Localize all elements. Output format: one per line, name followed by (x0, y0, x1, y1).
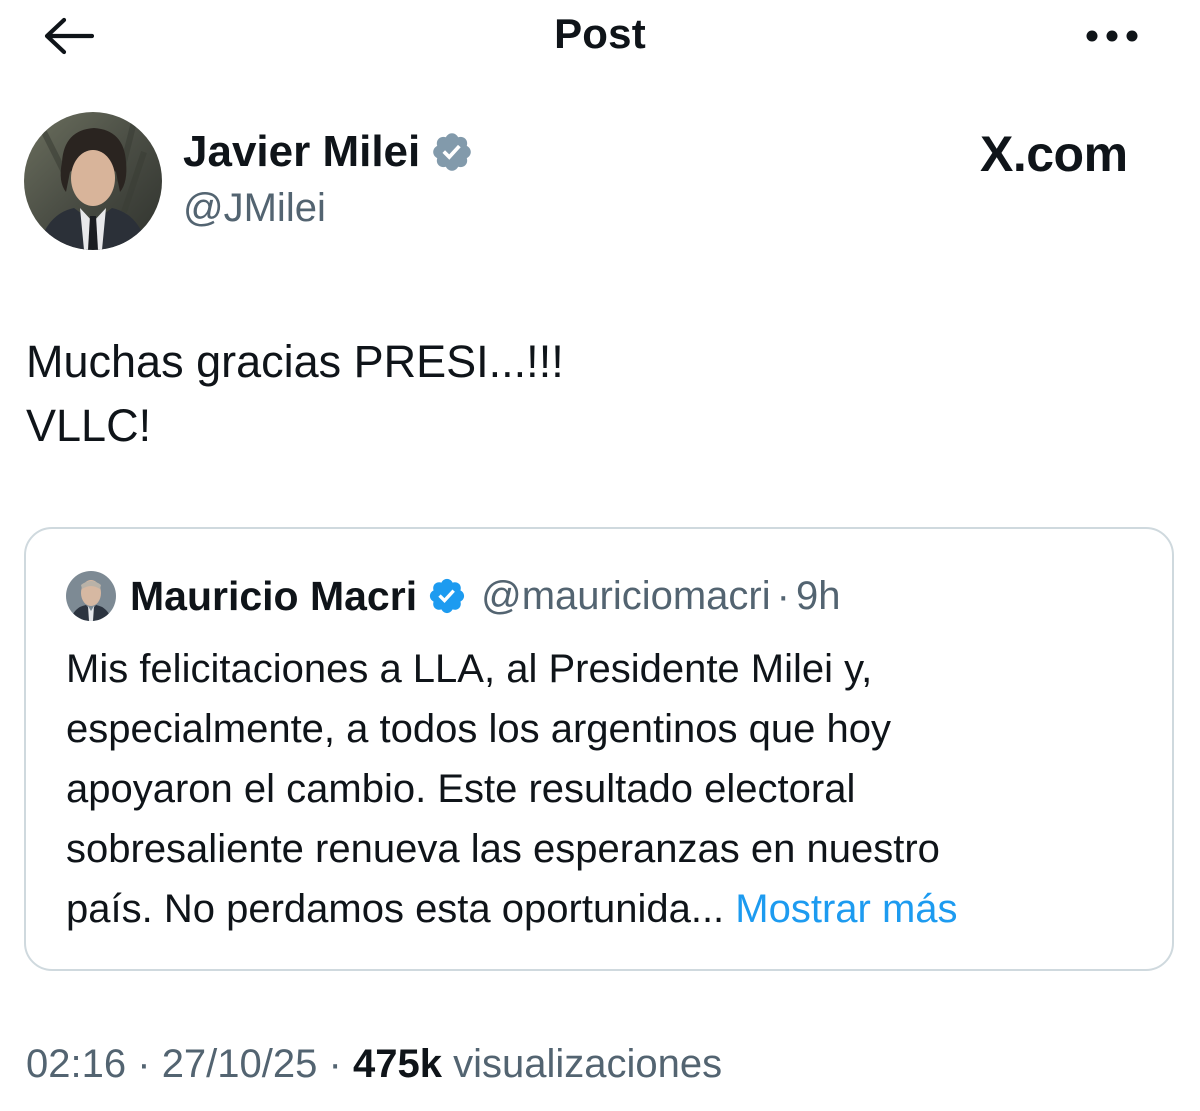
quote-author-handle[interactable]: @mauriciomacri (481, 574, 771, 619)
author-name-row: Javier Milei (183, 124, 474, 180)
verified-badge-gray-icon (433, 133, 472, 171)
more-options-button[interactable] (1080, 14, 1144, 58)
post-time[interactable]: 02:16 (26, 1042, 126, 1086)
show-more-link[interactable]: Mostrar más (735, 887, 957, 931)
post-meta: 02:16 · 27/10/25 · 475k visualizaciones (26, 1042, 722, 1087)
post-date[interactable]: 27/10/25 (162, 1042, 318, 1086)
quote-line: Mis felicitaciones a LLA, al Presidente … (66, 647, 873, 691)
quote-author-photo (66, 571, 116, 621)
author-photo (24, 112, 162, 250)
quote-header: Mauricio Macri @mauriciomacri · 9h (66, 571, 840, 621)
meta-separator: · (328, 1042, 342, 1086)
quote-line: especialmente, a todos los argentinos qu… (66, 707, 891, 751)
views-count[interactable]: 475k (353, 1042, 442, 1086)
quote-timestamp[interactable]: 9h (796, 574, 841, 619)
top-bar: Post (0, 0, 1200, 72)
quote-line: país. No perdamos esta oportunida... Mos… (66, 879, 958, 939)
source-label: X.com (980, 124, 1128, 184)
meta-separator: · (137, 1042, 151, 1086)
views-label: visualizaciones (453, 1042, 723, 1086)
quote-line: apoyaron el cambio. Este resultado elect… (66, 767, 856, 811)
quote-line: sobresaliente renueva las esperanzas en … (66, 827, 940, 871)
more-horizontal-icon (1086, 30, 1138, 42)
post-line: Muchas gracias PRESI...!!! (26, 336, 564, 387)
quote-text: Mis felicitaciones a LLA, al Presidente … (66, 639, 958, 939)
author-avatar[interactable] (24, 112, 162, 250)
verified-badge-blue-icon (430, 578, 465, 614)
xcom-logo-text: X.com (980, 126, 1128, 182)
quote-author-name[interactable]: Mauricio Macri (130, 573, 417, 620)
quote-line-text: país. No perdamos esta oportunida... (66, 887, 725, 931)
quote-separator: · (776, 573, 790, 618)
post-text: Muchas gracias PRESI...!!! VLLC! (26, 330, 564, 458)
quote-avatar[interactable] (66, 571, 116, 621)
post-line: VLLC! (26, 400, 152, 451)
author-name[interactable]: Javier Milei (183, 127, 420, 177)
page-title: Post (554, 10, 646, 57)
author-handle[interactable]: @JMilei (183, 186, 326, 231)
quoted-post-card[interactable]: Mauricio Macri @mauriciomacri · 9h Mis f… (24, 527, 1174, 971)
